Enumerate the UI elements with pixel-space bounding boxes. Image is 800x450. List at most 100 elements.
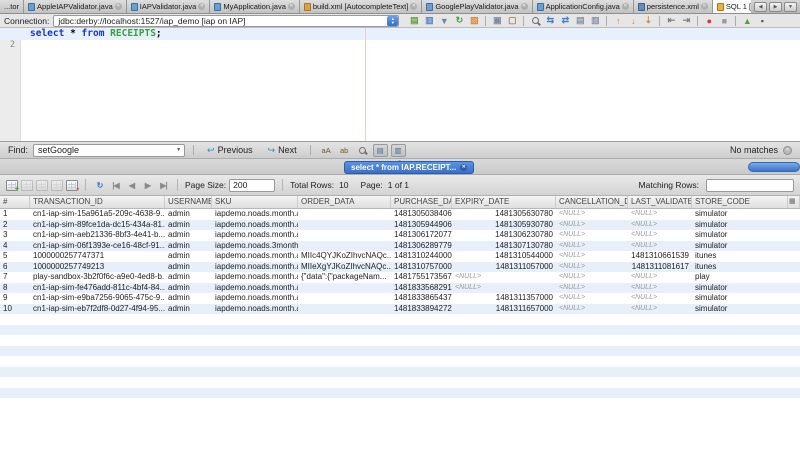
close-result-tab-icon[interactable]: ✕ [460,164,467,171]
export-data-icon[interactable]: ▤ [573,15,587,27]
scroll-tabs-right-icon[interactable]: ▶ [769,2,782,12]
table-row[interactable]: 10cn1-iap-sim-eb7f2df8-0d27-4f94-95...ad… [0,304,800,315]
import-data-icon[interactable]: ▥ [588,15,602,27]
stop-macro-icon[interactable]: ■ [717,15,731,27]
column-header[interactable]: # [0,196,30,208]
chevron-down-icon[interactable]: ▼ [176,147,184,153]
column-header[interactable]: PURCHASE_DATE [391,196,452,208]
editor-tab[interactable]: build.xml [AutocompleteText]✕ [300,0,422,13]
attach-icon[interactable]: ▪ [755,15,769,27]
history-icon[interactable]: ↻ [452,15,466,27]
find-input[interactable]: setGoogle ▼ [33,144,185,157]
column-header[interactable]: ORDER_DATA [298,196,391,208]
empty-table-row[interactable] [0,314,800,325]
close-tab-icon[interactable]: ✕ [115,3,122,10]
match-case-icon[interactable]: aA [319,144,334,157]
result-tab[interactable]: select * from IAP.RECEIPT... ✕ [344,161,474,174]
refresh-icon[interactable]: ↻ [93,179,106,191]
export-file-icon[interactable]: ▧ [467,15,481,27]
deploy-icon[interactable]: ⇣ [641,15,655,27]
swap-connection-icon[interactable]: ⇆ [543,15,557,27]
editor-tab[interactable]: IAPValidator.java✕ [127,0,211,13]
empty-table-row[interactable] [0,388,800,399]
table-row[interactable]: 9cn1-iap-sim-e9ba7256-9065-475c-9...admi… [0,293,800,304]
table-row[interactable]: 7play-sandbox-3b2f0f6c-a9e0-4ed8-b...adm… [0,272,800,283]
window-dropdown-icon[interactable]: ▢ [505,15,519,27]
sync-icon[interactable]: ⇄ [558,15,572,27]
editor-tab[interactable]: ApplicationConfig.java✕ [533,0,634,13]
table-cell: 1481305944906 [391,220,452,231]
column-header[interactable]: EXPIRY_DATE [452,196,556,208]
find-next-button[interactable]: ↪ Next [263,145,302,156]
tab-label: persistence.xml [647,2,699,11]
close-tab-icon[interactable]: ✕ [198,3,205,10]
horizontal-scrollbar-thumb[interactable] [748,162,800,172]
empty-table-row[interactable] [0,325,800,336]
editor-tab[interactable]: MyApplication.java✕ [210,0,300,13]
new-file-icon[interactable]: ▤ [407,15,421,27]
table-row[interactable]: 1cn1-iap-sim-15a961a5-209c-4638-9...admi… [0,209,800,220]
column-header[interactable]: USERNAME [165,196,212,208]
editor-tab[interactable]: ...tor [0,0,24,13]
table-row[interactable]: 61000000257749213adminiapdemo.noads.mont… [0,262,800,273]
highlight-results-icon[interactable]: ▤ [373,144,388,157]
clone-window-icon[interactable]: ▣ [490,15,504,27]
table-cell: 1481310661539 [628,251,692,262]
matching-rows-input[interactable] [706,179,794,192]
first-page-icon[interactable]: |◀ [109,179,122,191]
download-icon[interactable]: ↓ [626,15,640,27]
find-bar: Find: setGoogle ▼ ↩ Previous ↪ Next aAab… [0,141,800,159]
close-tab-icon[interactable]: ✕ [410,3,417,10]
run-icon[interactable]: ▲ [740,15,754,27]
search-icon[interactable] [528,15,542,27]
close-tab-icon[interactable]: ✕ [622,3,629,10]
shift-left-icon[interactable]: ⇤ [664,15,678,27]
empty-table-row[interactable] [0,356,800,367]
code-area[interactable]: select * from RECEIPTS; [22,28,800,141]
editor-tab[interactable]: AppleIAPValidator.java✕ [24,0,127,13]
connection-select[interactable]: jdbc:derby://localhost:1527/iap_demo [ia… [53,15,399,27]
truncate-table-icon[interactable]: ▪ [66,180,78,191]
column-header[interactable]: LAST_VALIDATED [628,196,692,208]
next-page-icon[interactable]: ▶ [141,179,154,191]
empty-table-row[interactable] [0,335,800,346]
find-toggles: aAab ▤▥ [319,144,406,157]
wrap-search-icon[interactable]: ▥ [391,144,406,157]
empty-table-row[interactable] [0,398,800,409]
upload-icon[interactable]: ↑ [611,15,625,27]
empty-table-row[interactable] [0,346,800,357]
table-row[interactable]: 8cn1-iap-sim-fe476add-811c-4bf4-84...adm… [0,283,800,294]
find-previous-button[interactable]: ↩ Previous [202,145,258,156]
shift-right-icon[interactable]: ⇥ [679,15,693,27]
empty-table-row[interactable] [0,367,800,378]
filter-icon[interactable]: ▼ [437,15,451,27]
editor-tab[interactable]: persistence.xml✕ [634,0,713,13]
tab-list-icon[interactable]: ▼ [784,2,797,12]
close-findbar-icon[interactable]: ✕ [783,146,792,155]
dropdown-stepper-icon[interactable]: ▲▼ [387,16,398,26]
record-macro-icon[interactable]: ● [702,15,716,27]
column-header[interactable]: SKU [212,196,298,208]
editor-tab[interactable]: GooglePlayValidator.java✕ [422,0,532,13]
open-file-icon[interactable]: ▥ [422,15,436,27]
close-tab-icon[interactable]: ✕ [701,3,708,10]
regex-search-icon[interactable] [355,144,370,157]
prev-page-icon[interactable]: ◀ [125,179,138,191]
insert-record-icon[interactable]: + [6,180,18,191]
sql-editor[interactable]: 12 select * from RECEIPTS; [0,28,800,141]
table-row[interactable]: 3cn1-iap-sim-aeb21336-8bf3-4e41-b...admi… [0,230,800,241]
table-row[interactable]: 4cn1-iap-sim-06f1393e-ce16-48cf-91...adm… [0,241,800,252]
column-header[interactable]: CANCELLATION_DATE [556,196,628,208]
whole-words-icon[interactable]: ab [337,144,352,157]
column-header[interactable]: TRANSACTION_ID [30,196,165,208]
empty-table-row[interactable] [0,377,800,388]
scroll-tabs-left-icon[interactable]: ◀ [754,2,767,12]
table-row[interactable]: 51000000257747371adminiapdemo.noads.mont… [0,251,800,262]
table-row[interactable]: 2cn1-iap-sim-89fce1da-dc15-434a-81...adm… [0,220,800,231]
column-picker-icon[interactable]: ▦ [788,196,800,208]
close-tab-icon[interactable]: ✕ [288,3,295,10]
page-size-input[interactable] [229,179,275,192]
close-tab-icon[interactable]: ✕ [521,3,528,10]
last-page-icon[interactable]: ▶| [157,179,170,191]
column-header[interactable]: STORE_CODE [692,196,788,208]
